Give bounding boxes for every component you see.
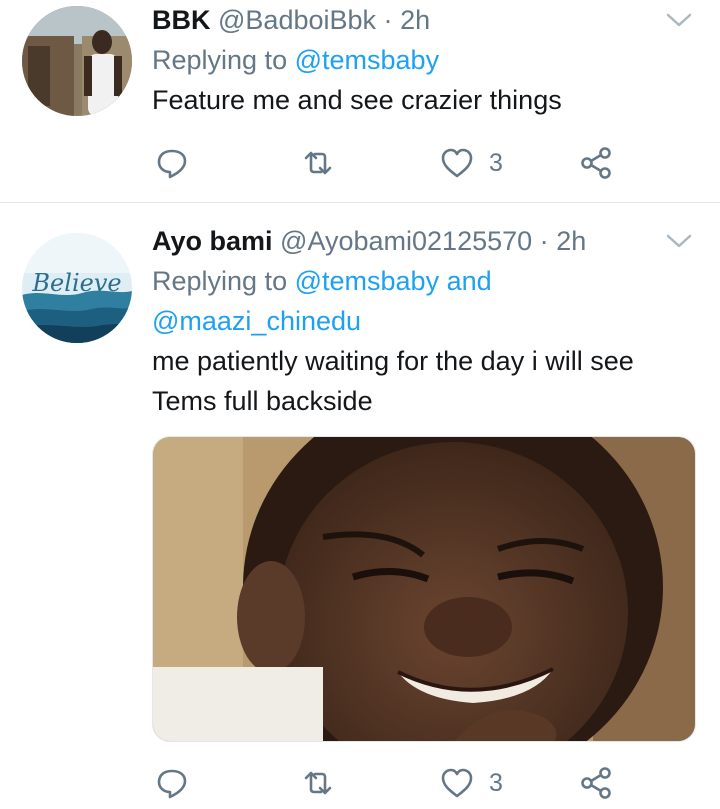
reply-button[interactable] bbox=[154, 763, 190, 803]
reply-icon bbox=[154, 765, 190, 801]
like-button[interactable]: 3 bbox=[439, 763, 503, 803]
tweet-content: Ayo bami @Ayobami02125570 · 2h Replying … bbox=[152, 221, 700, 421]
tweet-header: Ayo bami @Ayobami02125570 · 2h bbox=[152, 221, 700, 261]
heart-icon bbox=[439, 765, 475, 801]
chevron-down-icon[interactable] bbox=[666, 233, 692, 249]
reply-icon bbox=[154, 145, 190, 181]
user-handle[interactable]: @BadboiBbk bbox=[218, 5, 376, 35]
timestamp[interactable]: 2h bbox=[556, 226, 586, 256]
share-icon bbox=[578, 145, 614, 181]
retweet-icon bbox=[300, 145, 336, 181]
timestamp[interactable]: 2h bbox=[400, 5, 430, 35]
replying-to: Replying to @temsbaby bbox=[152, 40, 700, 80]
separator: · bbox=[383, 5, 393, 35]
share-button[interactable] bbox=[578, 143, 614, 183]
share-icon bbox=[578, 765, 614, 801]
mention-joiner: and bbox=[446, 266, 492, 296]
tweet-header: BBK @BadboiBbk · 2h bbox=[152, 0, 700, 40]
display-name[interactable]: BBK bbox=[152, 5, 211, 35]
mention-link[interactable]: @maazi_chinedu bbox=[152, 306, 361, 336]
tweet-actions: 3 bbox=[152, 763, 632, 803]
tweet[interactable]: Believe Ayo bami @Ayobami02125570 · 2h R… bbox=[0, 203, 720, 809]
mention-link[interactable]: @temsbaby bbox=[295, 266, 439, 296]
like-button[interactable]: 3 bbox=[439, 143, 503, 183]
heart-icon bbox=[439, 145, 475, 181]
retweet-icon bbox=[300, 765, 336, 801]
tweet-text: me patiently waiting for the day i will … bbox=[152, 346, 634, 416]
tweet-text: Feature me and see crazier things bbox=[152, 85, 562, 115]
retweet-button[interactable] bbox=[300, 143, 336, 183]
tweet-actions: 3 bbox=[152, 143, 632, 183]
share-button[interactable] bbox=[578, 763, 614, 803]
avatar[interactable] bbox=[22, 6, 132, 116]
replying-to: Replying to @temsbaby and @maazi_chinedu bbox=[152, 261, 700, 341]
mention-link[interactable]: @temsbaby bbox=[295, 45, 439, 75]
avatar[interactable]: Believe bbox=[22, 233, 132, 343]
tweet-media-image[interactable] bbox=[152, 436, 696, 742]
retweet-button[interactable] bbox=[300, 763, 336, 803]
user-handle[interactable]: @Ayobami02125570 bbox=[280, 226, 532, 256]
replying-to-label: Replying to bbox=[152, 266, 288, 296]
chevron-down-icon[interactable] bbox=[666, 12, 692, 28]
reply-button[interactable] bbox=[154, 143, 190, 183]
display-name[interactable]: Ayo bami bbox=[152, 226, 273, 256]
like-count: 3 bbox=[489, 148, 503, 177]
tweet-content: BBK @BadboiBbk · 2h Replying to @temsbab… bbox=[152, 0, 700, 120]
avatar-believe-text: Believe bbox=[31, 269, 121, 297]
like-count: 3 bbox=[489, 768, 503, 797]
separator: · bbox=[539, 226, 549, 256]
replying-to-label: Replying to bbox=[152, 45, 288, 75]
tweet[interactable]: BBK @BadboiBbk · 2h Replying to @temsbab… bbox=[0, 0, 720, 203]
